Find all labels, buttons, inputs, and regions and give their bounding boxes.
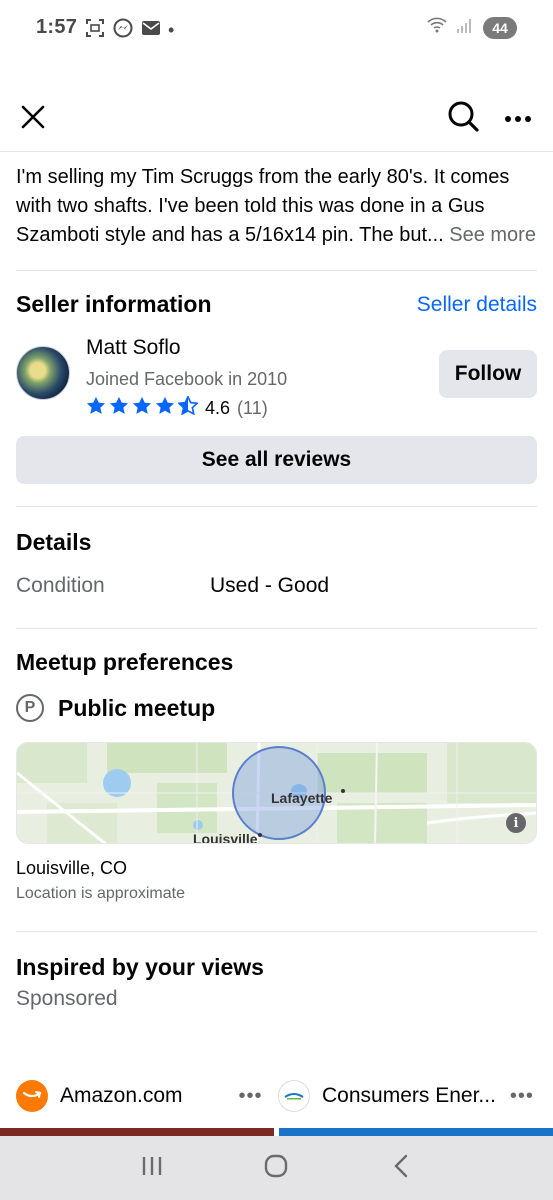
ad-card-consumers[interactable]: Consumers Ener... •••	[278, 1080, 534, 1112]
ad-more-button[interactable]: •••	[510, 1085, 534, 1108]
inspired-title: Inspired by your views	[16, 954, 264, 980]
meetup-type: Public meetup	[58, 694, 216, 721]
search-icon	[447, 100, 479, 137]
rating-row: 4.6 (11)	[86, 394, 268, 420]
star-icon	[109, 396, 129, 420]
divider	[16, 931, 537, 932]
divider	[16, 628, 537, 629]
meetup-type-row: P Public meetup	[16, 694, 537, 722]
status-bar: 1:57 • 44	[0, 0, 553, 56]
seller-row: Matt Soflo Joined Facebook in 2010 4.6 (…	[16, 336, 537, 424]
seller-joined: Joined Facebook in 2010	[86, 369, 288, 389]
battery-indicator: 44	[483, 16, 517, 39]
messenger-icon	[112, 17, 134, 44]
ad-name[interactable]: Consumers Ener...	[322, 1084, 496, 1108]
see-more-link[interactable]: See more	[449, 224, 536, 246]
ad-image-consumers[interactable]	[279, 1128, 553, 1136]
follow-button[interactable]: Follow	[439, 350, 537, 398]
search-button[interactable]	[445, 100, 481, 136]
top-bar	[0, 92, 553, 152]
amazon-logo-icon	[16, 1080, 48, 1112]
half-star-icon	[177, 394, 199, 420]
screenshot-icon	[84, 17, 106, 44]
condition-label: Condition	[16, 574, 105, 597]
more-options-button[interactable]	[501, 102, 535, 136]
consumers-energy-logo-icon	[278, 1080, 310, 1112]
divider	[16, 270, 537, 271]
star-icon	[132, 396, 152, 420]
rating-count: (11)	[237, 397, 268, 418]
map-label-louisville: Louisville	[193, 831, 258, 844]
system-nav-bar	[0, 1136, 553, 1200]
avatar[interactable]	[16, 346, 70, 400]
mail-icon	[140, 17, 162, 44]
ad-card-amazon[interactable]: Amazon.com •••	[16, 1080, 263, 1112]
recent-apps-icon	[140, 1156, 164, 1181]
star-icon	[155, 396, 175, 420]
meetup-title: Meetup preferences	[16, 649, 234, 675]
see-all-reviews-button[interactable]: See all reviews	[16, 436, 537, 484]
status-time: 1:57	[36, 16, 78, 38]
location-note: Location is approximate	[16, 885, 185, 902]
listing-content: I'm selling my Tim Scruggs from the earl…	[16, 153, 537, 1011]
sponsored-ads-row: Amazon.com ••• Consumers Ener... •••	[16, 1080, 553, 1120]
listing-description: I'm selling my Tim Scruggs from the earl…	[16, 163, 537, 250]
details-title: Details	[16, 529, 92, 555]
map-label-lafayette: Lafayette	[271, 790, 333, 806]
home-icon	[263, 1153, 289, 1184]
status-dot: •	[168, 20, 175, 40]
description-text: I'm selling my Tim Scruggs from the earl…	[16, 166, 510, 246]
back-button[interactable]	[381, 1148, 421, 1188]
home-button[interactable]	[256, 1148, 296, 1188]
divider	[16, 506, 537, 507]
map-info-icon[interactable]: i	[506, 813, 526, 833]
condition-row: Condition Used - Good	[16, 574, 537, 598]
wifi-icon	[427, 16, 447, 39]
back-icon	[392, 1153, 410, 1184]
seller-details-link[interactable]: Seller details	[417, 293, 537, 317]
ad-more-button[interactable]: •••	[239, 1085, 263, 1108]
rating-value: 4.6	[205, 397, 231, 418]
signal-icon	[455, 16, 475, 39]
location-map[interactable]: Lafayette Louisville i	[16, 742, 537, 844]
condition-value: Used - Good	[210, 574, 330, 597]
more-icon	[504, 110, 532, 128]
star-icon	[86, 396, 106, 420]
close-icon	[20, 104, 46, 135]
seller-name[interactable]: Matt Soflo	[86, 336, 181, 360]
recent-apps-button[interactable]	[132, 1148, 172, 1188]
ad-image-amazon[interactable]	[0, 1128, 274, 1136]
seller-info-header: Seller information Seller details	[16, 291, 537, 318]
seller-info-title: Seller information	[16, 291, 212, 317]
close-button[interactable]	[16, 102, 50, 136]
parking-icon: P	[16, 694, 44, 722]
ad-name[interactable]: Amazon.com	[60, 1084, 183, 1108]
location-text: Louisville, CO	[16, 858, 128, 878]
sponsored-label: Sponsored	[16, 987, 118, 1010]
